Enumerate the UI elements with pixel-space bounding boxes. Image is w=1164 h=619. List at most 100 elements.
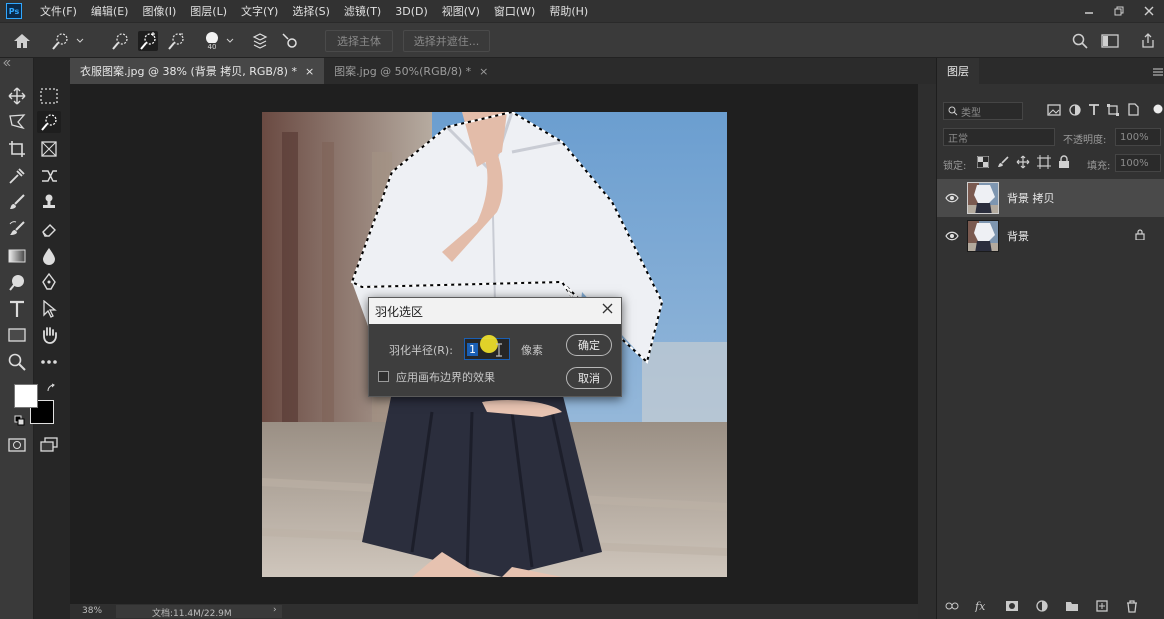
- tab-close-icon[interactable]: ×: [305, 65, 314, 78]
- visibility-toggle[interactable]: [945, 229, 959, 243]
- dodge-tool[interactable]: [5, 271, 29, 293]
- filter-type-button[interactable]: [1088, 103, 1100, 119]
- tab-layers[interactable]: 图层: [937, 58, 979, 84]
- marquee-tool[interactable]: [37, 85, 61, 107]
- menu-file[interactable]: 文件(F): [40, 3, 77, 19]
- quick-mask-button[interactable]: [5, 434, 29, 456]
- search-button[interactable]: [1070, 31, 1090, 51]
- lock-artboard-button[interactable]: [1037, 155, 1051, 172]
- share-button[interactable]: [1138, 31, 1158, 51]
- filter-shape-button[interactable]: [1107, 104, 1119, 119]
- gradient-tool[interactable]: [5, 245, 29, 267]
- frame-tool[interactable]: [37, 138, 61, 160]
- workspace-button[interactable]: [1100, 31, 1120, 51]
- menu-select[interactable]: 选择(S): [292, 3, 330, 19]
- move-tool[interactable]: [5, 85, 29, 107]
- path-selection-tool[interactable]: [37, 298, 61, 320]
- fill-input[interactable]: 100%: [1115, 154, 1161, 172]
- filter-smart-object-button[interactable]: [1127, 103, 1139, 119]
- menu-layer[interactable]: 图层(L): [190, 3, 227, 19]
- dialog-close-button[interactable]: [602, 302, 613, 318]
- hand-tool[interactable]: [37, 324, 61, 346]
- lock-pixels-button[interactable]: [997, 156, 1009, 171]
- menu-image[interactable]: 图像(I): [142, 3, 176, 19]
- brush-size-dropdown[interactable]: [224, 31, 236, 51]
- eraser-tool[interactable]: [37, 218, 61, 240]
- default-colors-button[interactable]: [14, 415, 26, 430]
- foreground-color-swatch[interactable]: [14, 384, 38, 408]
- menu-filter[interactable]: 滤镜(T): [344, 3, 381, 19]
- add-mask-button[interactable]: [1003, 598, 1021, 614]
- home-button[interactable]: [12, 31, 32, 51]
- tab-pattern[interactable]: 图案.jpg @ 50%(RGB/8) * ×: [324, 58, 498, 84]
- restore-button[interactable]: [1104, 0, 1134, 22]
- lock-transparent-button[interactable]: [976, 155, 990, 171]
- screen-mode-button[interactable]: [37, 434, 61, 456]
- type-tool[interactable]: [5, 298, 29, 320]
- crop-tool[interactable]: [5, 138, 29, 160]
- blur-tool[interactable]: [37, 245, 61, 267]
- pen-tool[interactable]: [37, 271, 61, 293]
- brush-tool[interactable]: [5, 191, 29, 213]
- collapse-toolbar-icon[interactable]: [3, 59, 11, 68]
- zoom-tool[interactable]: [5, 351, 29, 373]
- filter-adjustment-button[interactable]: [1069, 104, 1081, 119]
- layer-lock-icon[interactable]: [1135, 229, 1145, 243]
- panel-menu-button[interactable]: [1153, 66, 1163, 79]
- clone-stamp-tool[interactable]: [37, 191, 61, 213]
- menu-window[interactable]: 窗口(W): [494, 3, 535, 19]
- layer-row-background-copy[interactable]: 背景 拷贝: [937, 179, 1164, 217]
- lock-position-button[interactable]: [1016, 155, 1030, 172]
- new-selection-button[interactable]: [110, 31, 130, 51]
- canvas-bounds-checkbox[interactable]: [378, 371, 389, 382]
- layer-style-button[interactable]: fx: [973, 598, 991, 614]
- layer-name[interactable]: 背景 拷贝: [1007, 190, 1055, 206]
- preset-dropdown[interactable]: [74, 31, 86, 51]
- subtract-selection-button[interactable]: [166, 31, 186, 51]
- menu-type[interactable]: 文字(Y): [241, 3, 278, 19]
- layer-row-background[interactable]: 背景: [937, 217, 1164, 255]
- content-aware-move-tool[interactable]: [37, 165, 61, 187]
- minimize-button[interactable]: [1074, 0, 1104, 22]
- brush-size-picker[interactable]: 40: [202, 31, 222, 51]
- blend-mode-select[interactable]: 正常: [943, 128, 1055, 146]
- dialog-title-bar[interactable]: 羽化选区: [369, 298, 621, 324]
- opacity-input[interactable]: 100%: [1115, 128, 1161, 146]
- vertical-scrollbar[interactable]: [918, 84, 936, 619]
- filter-toggle[interactable]: [1153, 104, 1163, 117]
- zoom-level[interactable]: 38%: [82, 606, 102, 616]
- menu-edit[interactable]: 编辑(E): [91, 3, 129, 19]
- filter-pixel-button[interactable]: [1047, 104, 1061, 119]
- menu-help[interactable]: 帮助(H): [549, 3, 588, 19]
- link-layers-button[interactable]: [943, 598, 961, 614]
- auto-enhance-button[interactable]: [280, 31, 300, 51]
- menu-3d[interactable]: 3D(D): [395, 5, 428, 18]
- status-menu-arrow[interactable]: ›: [273, 605, 277, 615]
- tab-close-icon[interactable]: ×: [479, 65, 488, 78]
- history-brush-tool[interactable]: [5, 218, 29, 240]
- swap-colors-button[interactable]: [46, 383, 56, 396]
- select-and-mask-button[interactable]: 选择并遮住...: [403, 30, 490, 52]
- delete-layer-button[interactable]: [1123, 598, 1141, 614]
- cancel-button[interactable]: 取消: [566, 367, 612, 389]
- lock-all-button[interactable]: [1058, 155, 1070, 171]
- rectangle-tool[interactable]: [5, 324, 29, 346]
- layer-name[interactable]: 背景: [1007, 228, 1029, 244]
- sample-all-layers-button[interactable]: [250, 31, 270, 51]
- close-window-button[interactable]: [1134, 0, 1164, 22]
- quick-selection-tool[interactable]: [37, 111, 61, 133]
- menu-view[interactable]: 视图(V): [442, 3, 480, 19]
- new-adjustment-button[interactable]: [1033, 598, 1051, 614]
- tool-preset-picker[interactable]: [50, 31, 70, 51]
- new-layer-button[interactable]: [1093, 598, 1111, 614]
- select-subject-button[interactable]: 选择主体: [325, 30, 393, 52]
- tab-clothing-pattern[interactable]: 衣服图案.jpg @ 38% (背景 拷贝, RGB/8) * ×: [70, 58, 325, 84]
- layer-filter-select[interactable]: 类型: [943, 102, 1023, 120]
- more-tools-button[interactable]: [37, 351, 61, 373]
- new-group-button[interactable]: [1063, 598, 1081, 614]
- lasso-tool[interactable]: [5, 111, 29, 133]
- visibility-toggle[interactable]: [945, 191, 959, 205]
- add-to-selection-button[interactable]: [138, 31, 158, 51]
- ok-button[interactable]: 确定: [566, 334, 612, 356]
- eyedropper-tool[interactable]: [5, 165, 29, 187]
